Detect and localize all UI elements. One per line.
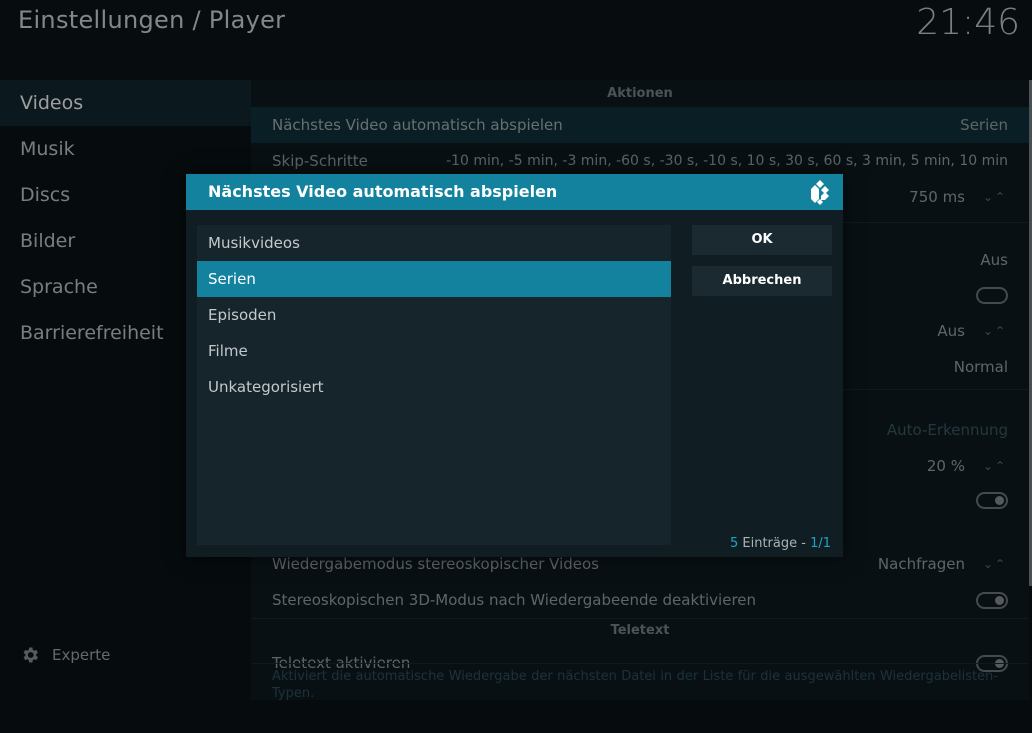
option-episoden[interactable]: Episoden: [197, 297, 671, 333]
item-count-label: Einträge -: [738, 536, 811, 551]
select-dialog: Nächstes Video automatisch abspielen Mus…: [186, 174, 843, 557]
options-list: Musikvideos Serien Episoden Filme Unkate…: [197, 225, 671, 545]
kodi-settings-screen: Einstellungen / Player 21:46 Videos Musi…: [0, 0, 1032, 733]
dialog-title: Nächstes Video automatisch abspielen: [208, 182, 558, 201]
ok-button[interactable]: OK: [692, 225, 832, 255]
option-musikvideos[interactable]: Musikvideos: [197, 225, 671, 261]
page-indicator: 1/1: [810, 536, 831, 551]
cancel-button[interactable]: Abbrechen: [692, 266, 832, 296]
dialog-header: Nächstes Video automatisch abspielen: [186, 174, 843, 210]
item-count: 5 Einträge - 1/1: [730, 536, 831, 551]
option-serien[interactable]: Serien: [197, 261, 671, 297]
option-filme[interactable]: Filme: [197, 333, 671, 369]
option-unkategorisiert[interactable]: Unkategorisiert: [197, 369, 671, 405]
kodi-logo-icon: [811, 180, 829, 205]
